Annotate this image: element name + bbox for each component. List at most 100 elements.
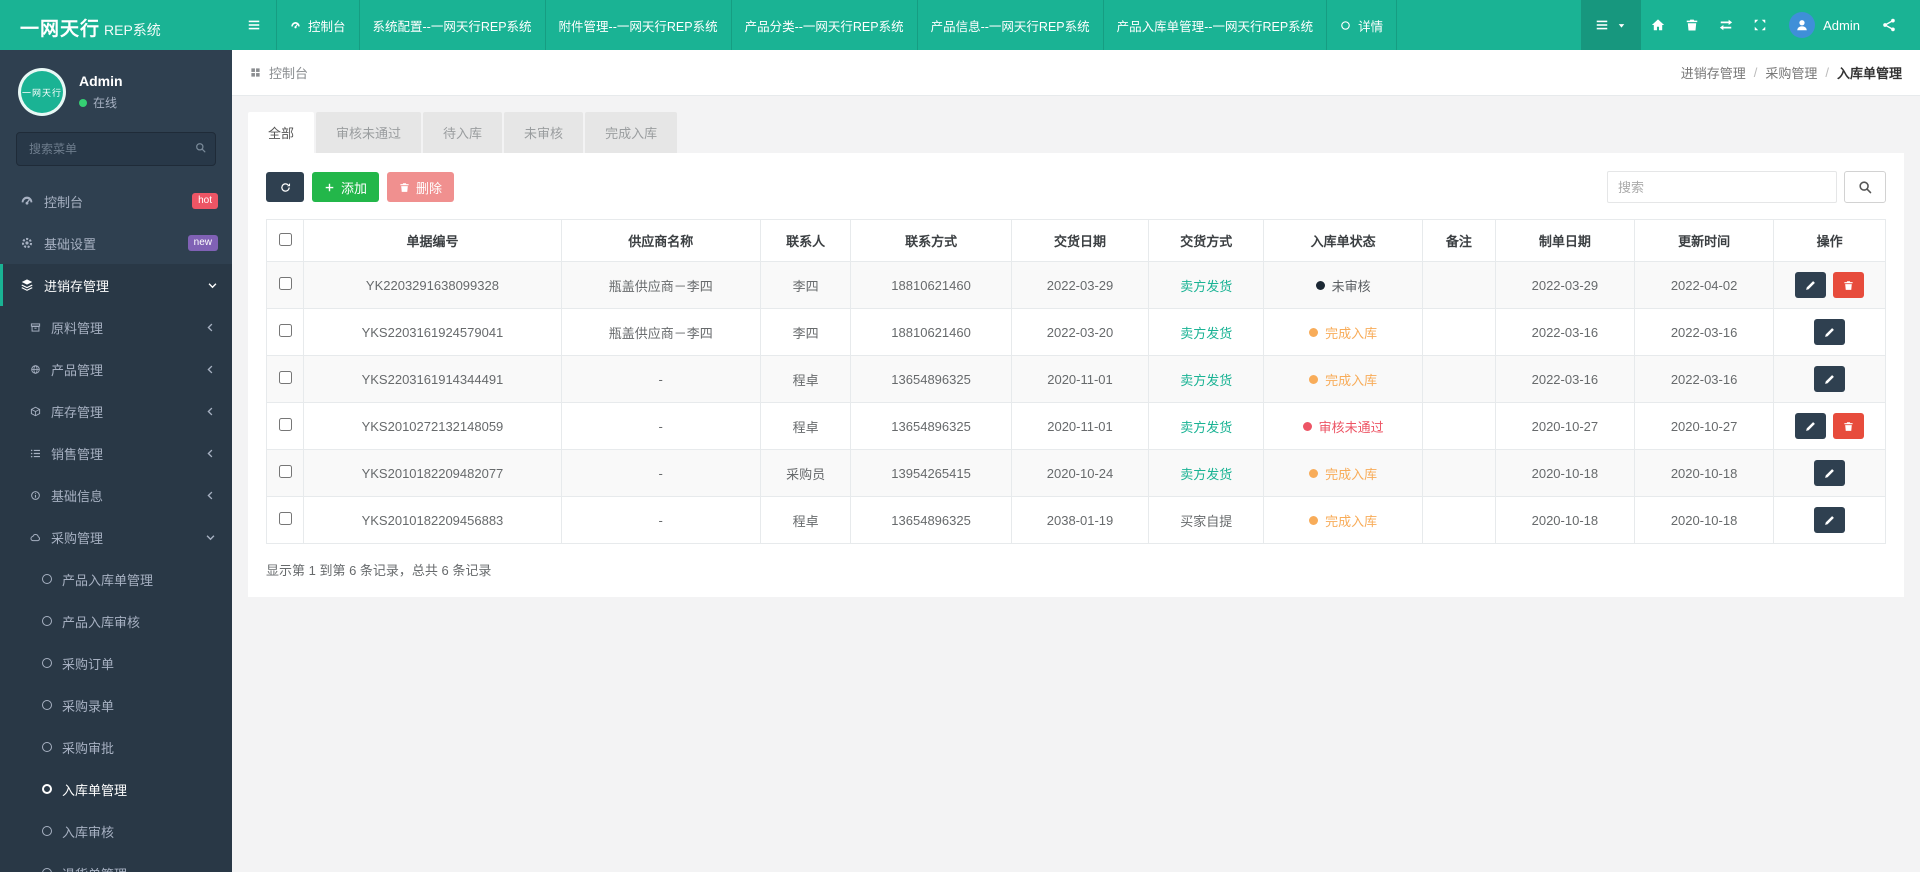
- menu-label: 产品入库单管理: [62, 572, 154, 588]
- sidebar-item-basic-settings[interactable]: 基础设置 new: [0, 222, 232, 264]
- cell-remark: [1421, 449, 1496, 497]
- table-row: YKS2203161924579041 瓶盖供应商－李四 李四 18810621…: [265, 308, 1886, 356]
- sidebar-item-basic-info[interactable]: 基础信息: [0, 474, 232, 516]
- menu-label: 采购审批: [62, 740, 115, 756]
- menu-label: 控制台: [44, 194, 84, 210]
- add-button[interactable]: 添加: [312, 172, 380, 202]
- top-navbar: 一网天行 REP系统 控制台 系统配置--一网天行REP系统 附件管理--一网天…: [0, 0, 1920, 50]
- filter-tab-to-inbound[interactable]: 待入库: [423, 112, 503, 153]
- row-checkbox[interactable]: [278, 418, 292, 431]
- cell-created: 2020-10-18: [1494, 496, 1635, 544]
- sidebar-item-inbound-order-mgmt[interactable]: 入库单管理: [0, 768, 232, 810]
- status-dot-icon: [1315, 280, 1325, 290]
- hot-badge: hot: [192, 193, 218, 209]
- table-row: YKS2010182209456883 - 程卓 13654896325 203…: [265, 496, 1886, 544]
- filter-tab-inbound-done[interactable]: 完成入库: [585, 112, 678, 153]
- row-checkbox[interactable]: [278, 277, 292, 290]
- home-button[interactable]: [1641, 0, 1675, 50]
- app-root: 一网天行 REP系统 控制台 系统配置--一网天行REP系统 附件管理--一网天…: [0, 0, 1920, 872]
- cell-delivery-date: 2022-03-29: [1010, 261, 1150, 309]
- topbar-tab-attachment-mgmt[interactable]: 附件管理--一网天行REP系统: [544, 0, 731, 50]
- sidebar-toggle-button[interactable]: [232, 0, 276, 50]
- circle-icon: [42, 868, 52, 872]
- sidebar-item-purchase-approval[interactable]: 采购审批: [0, 726, 232, 768]
- sidebar-item-purchase-mgmt[interactable]: 采购管理: [0, 516, 232, 558]
- breadcrumb-item[interactable]: 采购管理: [1765, 63, 1817, 82]
- cell-updated: 2020-10-18: [1633, 449, 1775, 497]
- topbar-tab-product-category[interactable]: 产品分类--一网天行REP系统: [730, 0, 917, 50]
- menu-label: 基础信息: [51, 488, 104, 504]
- sidebar-item-stock-mgmt[interactable]: 库存管理: [0, 390, 232, 432]
- cell-actions: [1773, 496, 1886, 544]
- filter-tab-all[interactable]: 全部: [248, 112, 315, 153]
- online-dot-icon: [79, 98, 87, 107]
- caret-down-icon: [1616, 20, 1627, 31]
- edit-button[interactable]: [1814, 507, 1846, 533]
- edit-button[interactable]: [1814, 319, 1846, 345]
- cell-order-no: YK2203291638099328: [303, 261, 562, 309]
- clear-cache-button[interactable]: [1675, 0, 1709, 50]
- select-all-checkbox[interactable]: [278, 232, 292, 246]
- trash-icon: [1685, 18, 1699, 32]
- exchange-button[interactable]: [1709, 0, 1743, 50]
- menu-label: 采购订单: [62, 656, 115, 672]
- row-delete-button[interactable]: [1833, 413, 1865, 439]
- sidebar-item-dashboard[interactable]: 控制台 hot: [0, 180, 232, 222]
- cloud-icon: [30, 532, 41, 543]
- table-search-input[interactable]: [1607, 171, 1837, 203]
- sidebar-item-sales-mgmt[interactable]: 销售管理: [0, 432, 232, 474]
- cell-supplier: -: [560, 496, 761, 544]
- row-checkbox[interactable]: [278, 371, 292, 384]
- plus-icon: [324, 182, 335, 193]
- row-checkbox[interactable]: [278, 512, 292, 525]
- cell-supplier: 瓶盖供应商－李四: [560, 261, 761, 309]
- hamburger-icon: [247, 18, 261, 32]
- layout-menu-dropdown[interactable]: [1581, 0, 1642, 50]
- cell-phone: 13954265415: [850, 449, 1012, 497]
- sidebar-item-purchase-order[interactable]: 采购订单: [0, 642, 232, 684]
- topbar-tab-product-info[interactable]: 产品信息--一网天行REP系统: [916, 0, 1103, 50]
- col-supplier: 供应商名称: [560, 219, 761, 262]
- share-button[interactable]: [1872, 0, 1906, 50]
- sidebar-item-inventory-mgmt[interactable]: 进销存管理: [0, 264, 232, 306]
- edit-button[interactable]: [1794, 413, 1826, 439]
- cell-remark: [1421, 402, 1496, 450]
- user-menu[interactable]: Admin: [1777, 12, 1872, 38]
- menu-label: 产品入库审核: [62, 614, 141, 630]
- sidebar-item-inbound-review[interactable]: 入库审核: [0, 810, 232, 852]
- topbar-tab-system-config[interactable]: 系统配置--一网天行REP系统: [358, 0, 545, 50]
- profile-avatar[interactable]: 一网天行: [18, 68, 66, 116]
- fullscreen-button[interactable]: [1743, 0, 1777, 50]
- topbar-tab-inbound-order-mgmt[interactable]: 产品入库单管理--一网天行REP系统: [1102, 0, 1327, 50]
- edit-button[interactable]: [1814, 366, 1846, 392]
- delete-button[interactable]: 删除: [387, 172, 455, 202]
- filter-tab-unreviewed[interactable]: 未审核: [504, 112, 584, 153]
- cell-delivery-method: 卖方发货: [1148, 449, 1265, 497]
- sidebar-item-return-order-mgmt[interactable]: 退货单管理: [0, 852, 232, 872]
- row-delete-button[interactable]: [1833, 272, 1865, 298]
- cell-created: 2020-10-27: [1494, 402, 1635, 450]
- refresh-button[interactable]: [266, 172, 304, 202]
- sidebar-item-raw-material-mgmt[interactable]: 原料管理: [0, 306, 232, 348]
- sidebar-item-product-inbound-order-mgmt[interactable]: 产品入库单管理: [0, 558, 232, 600]
- sidebar-item-product-inbound-review[interactable]: 产品入库审核: [0, 600, 232, 642]
- edit-button[interactable]: [1814, 460, 1846, 486]
- edit-button[interactable]: [1794, 272, 1826, 298]
- search-button[interactable]: [1844, 171, 1886, 203]
- topbar-tab-console[interactable]: 控制台: [276, 0, 359, 50]
- row-checkbox[interactable]: [278, 465, 292, 478]
- topbar-tab-detail[interactable]: 详情: [1326, 0, 1398, 50]
- sidebar-item-purchase-entry[interactable]: 采购录单: [0, 684, 232, 726]
- delete-button-label: 删除: [416, 180, 443, 196]
- row-checkbox[interactable]: [278, 324, 292, 337]
- sidebar-item-product-mgmt[interactable]: 产品管理: [0, 348, 232, 390]
- new-badge: new: [187, 235, 218, 251]
- search-icon: [1858, 180, 1872, 194]
- filter-tab-review-failed[interactable]: 审核未通过: [316, 112, 422, 153]
- menu-label: 入库单管理: [62, 782, 128, 798]
- breadcrumb-item[interactable]: 进销存管理: [1681, 63, 1746, 82]
- pencil-icon: [1824, 327, 1835, 338]
- menu-label: 入库审核: [62, 824, 115, 840]
- breadcrumb-separator: /: [1753, 65, 1758, 80]
- menu-search-input[interactable]: [16, 132, 216, 166]
